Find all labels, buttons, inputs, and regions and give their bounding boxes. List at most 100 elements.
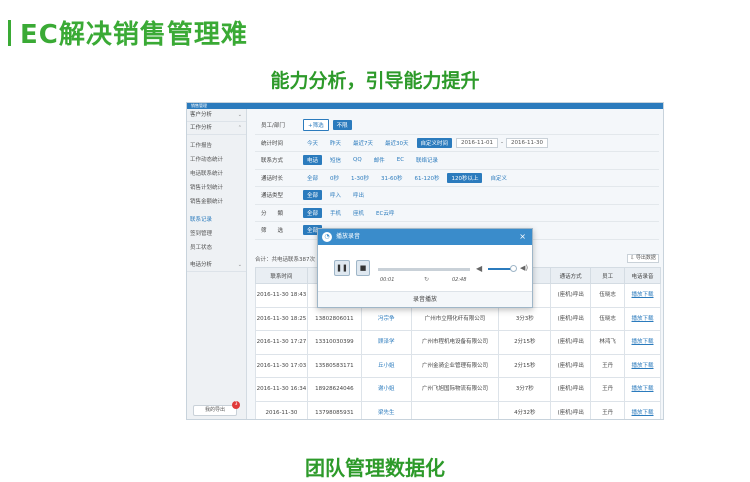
summary-text: 合计：共电话联系387次 [255,257,315,263]
play-download-link[interactable]: 播放下载 [624,330,661,355]
cell-time: 2016-11-30 17:27 [255,330,308,355]
sidebar-item-checkin[interactable]: 签到管理 [187,227,246,241]
cell-duration: 2分15秒 [498,330,552,355]
filter-option[interactable]: 1-30秒 [347,173,373,183]
play-download-link[interactable]: 播放下载 [624,353,661,378]
filter-row-duration: 通话时长 全部 0秒 1-30秒 31-60秒 61-120秒 120秒以上 自… [255,170,659,187]
volume-slider[interactable] [488,268,512,270]
sidebar-group-customer[interactable]: 客户分析 ⌄ [187,109,246,122]
my-export-button[interactable]: 我的导出 3 [193,401,240,416]
filter-option[interactable]: 全部 [303,207,323,218]
column-header[interactable]: 员工 [590,267,626,284]
sidebar-item-activity[interactable]: 工作动态统计 [187,153,246,167]
filter-option[interactable]: 呼出 [349,190,368,200]
cell-client[interactable]: 梁先生 [360,400,412,419]
filter-option[interactable]: QQ [349,156,366,164]
add-filter-button[interactable]: +筛选 [303,119,329,132]
sidebar-item-amount[interactable]: 销售金额统计 [187,195,246,209]
cell-client[interactable]: 冯宗争 [360,306,412,331]
filter-option[interactable]: 61-120秒 [410,173,443,183]
filter-option[interactable]: 呼入 [326,190,345,200]
play-download-link[interactable]: 播放下载 [624,377,661,402]
column-header[interactable]: 联系时间 [255,267,308,284]
pause-button[interactable]: ❚❚ [334,260,350,276]
filter-option[interactable]: 短信 [326,155,345,165]
filter-option[interactable]: 全部 [303,190,323,201]
filter-label: 统计时间 [261,140,284,147]
play-download-link[interactable]: 播放下载 [624,306,661,331]
cell-mode: (座机)呼出 [550,330,592,355]
volume-icon[interactable]: ◀ [476,264,482,273]
filter-option[interactable]: 邮件 [370,155,389,165]
column-header[interactable]: 电话录音 [624,267,661,284]
dialog-title: 播放录音 [336,233,361,240]
cell-company: 广州金骑企业管理有限公司 [410,353,500,378]
sidebar: 客户分析 ⌄ 工作分析 ⌃ 工作报告 工作动态统计 电话联系统计 销售计划统计 销售… [187,109,247,419]
filter-option[interactable]: 不限 [332,120,352,131]
current-time: 00:01 [380,277,395,283]
app-topbar: 销售管理 [187,103,663,109]
filter-option[interactable]: 今天 [303,138,322,148]
export-button[interactable]: ⇩ 导出数据 [627,254,659,263]
sidebar-item-calls[interactable]: 电话联系统计 [187,167,246,181]
play-download-link[interactable]: 播放下载 [624,400,661,419]
filter-row-time: 统计时间 今天 昨天 最近7天 最近30天 自定义时间 2016-11-01 -… [255,135,659,152]
sidebar-item-contact-log[interactable]: 联系记录 [187,213,246,227]
dialog-footer: 录音播放 [318,291,532,307]
slide-subtitle: 能力分析，引导能力提升 [270,70,480,92]
filter-option[interactable]: 手机 [326,208,345,218]
filter-option[interactable]: 自定义 [486,173,511,183]
filter-option[interactable]: 最近30天 [381,138,413,148]
progress-track[interactable] [378,268,470,271]
volume-max-icon[interactable]: ◀) [520,264,528,272]
cell-time: 2016-11-30 [255,400,308,419]
chevron-down-icon: ⌄ [237,112,242,118]
filter-option[interactable]: EC [393,156,408,164]
cell-mode: (座机)呼出 [550,353,592,378]
cell-client[interactable]: 顾泽学 [360,330,412,355]
stop-button[interactable]: ■ [356,260,370,276]
cell-client[interactable]: 丘小姐 [360,353,412,378]
cell-time: 2016-11-30 18:43 [255,283,308,308]
filter-option[interactable]: 0秒 [326,173,343,183]
filter-option[interactable]: 电话 [303,155,323,166]
filter-panel: 员工/部门 +筛选 不限 统计时间 今天 昨天 最近7天 最近30天 自定义时间… [255,117,659,240]
cell-phone: 13802806011 [306,306,362,331]
filter-option[interactable]: 最近7天 [349,138,377,148]
sidebar-item-plan[interactable]: 销售计划统计 [187,181,246,195]
filter-option[interactable]: 31-60秒 [377,173,406,183]
play-download-link[interactable]: 播放下载 [624,283,661,308]
table-row: 2016-11-30 16:34 18928624046 谢小姐 广州飞旭国际物… [255,377,661,402]
start-date-input[interactable]: 2016-11-01 [456,137,499,148]
cell-staff: 王丹 [590,400,626,419]
sidebar-item-report[interactable]: 工作报告 [187,139,246,153]
end-date-input[interactable]: 2016-11-30 [506,137,548,148]
loop-icon[interactable]: ↻ [424,276,429,283]
cell-phone: 13580583171 [306,353,362,378]
cell-client[interactable]: 谢小姐 [360,377,412,402]
table-row: 2016-11-30 17:27 13310030399 顾泽学 广州市程机电设… [255,330,661,355]
cell-duration: 3分7秒 [498,377,552,402]
cell-mode: (座机)呼出 [550,306,592,331]
chevron-up-icon: ⌃ [237,125,242,131]
filter-option[interactable]: EC云呼 [372,208,398,218]
cell-staff: 王丹 [590,377,626,402]
filter-option[interactable]: 120秒以上 [447,172,483,183]
sidebar-group-phone[interactable]: 电话分析 ⌄ [187,259,246,272]
filter-option[interactable]: 联络记录 [412,155,442,165]
filter-option[interactable]: 自定义时间 [416,137,453,148]
filter-option[interactable]: 昨天 [326,138,345,148]
sidebar-group-work[interactable]: 工作分析 ⌃ [187,122,246,135]
cell-time: 2016-11-30 16:34 [255,377,308,402]
filter-option[interactable]: 全部 [303,173,322,183]
cell-mode: (座机)呼出 [550,283,592,308]
sidebar-item-staff-status[interactable]: 员工状态 [187,241,246,255]
notification-badge: 3 [232,401,240,409]
close-icon[interactable]: × [519,229,526,245]
cell-company: 广州飞旭国际物流有限公司 [410,377,500,402]
filter-option[interactable]: 座机 [349,208,368,218]
filter-label: 通话类型 [261,193,284,200]
volume-handle[interactable] [510,265,517,272]
column-header[interactable]: 通话方式 [550,267,592,284]
filter-label: 员工/部门 [261,123,285,130]
